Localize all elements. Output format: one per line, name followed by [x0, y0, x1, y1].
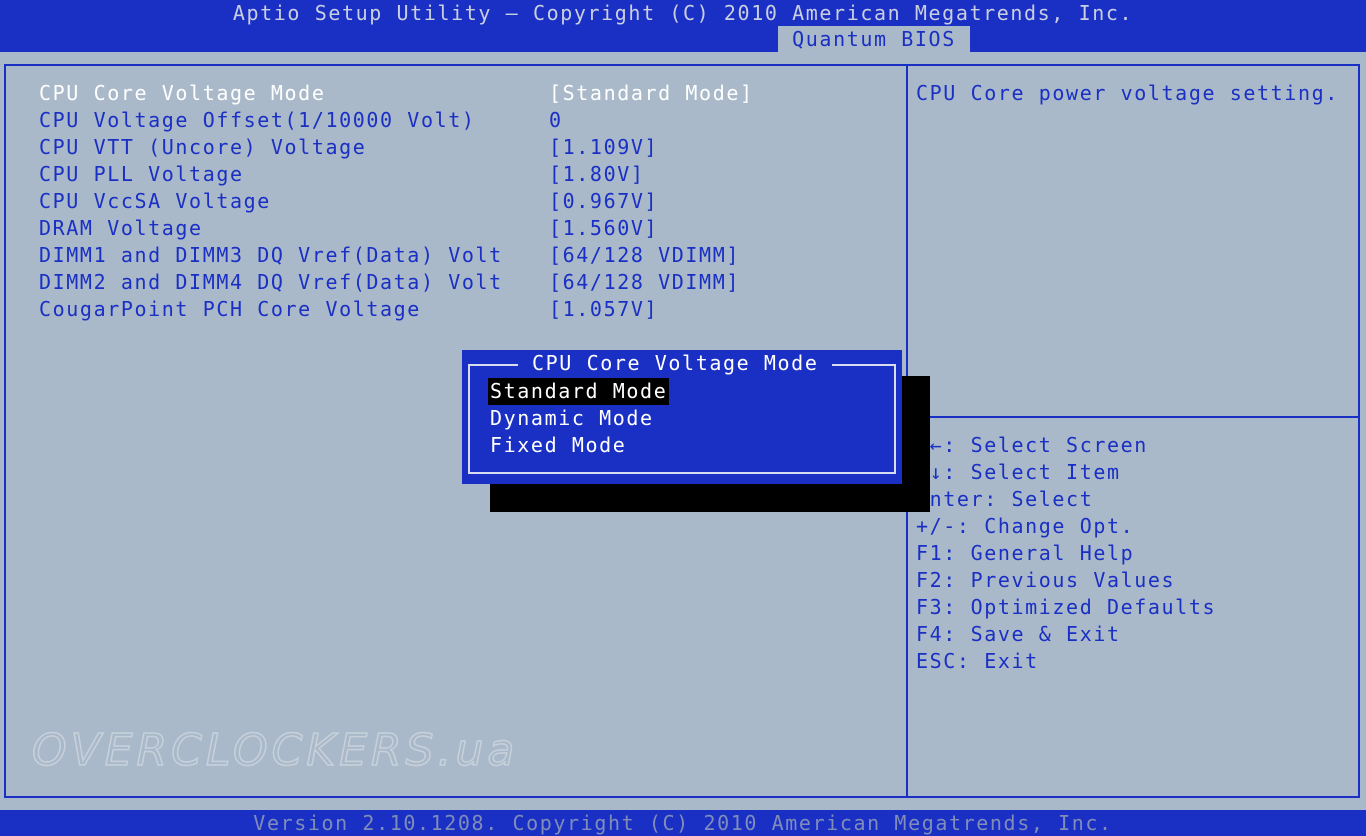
key-hint-f4: F4: Save & Exit	[916, 622, 1121, 646]
setting-label: DIMM1 and DIMM3 DQ Vref(Data) Volt	[39, 243, 503, 267]
popup-title: CPU Core Voltage Mode	[518, 350, 833, 377]
setting-value[interactable]: [1.560V]	[549, 215, 658, 242]
setting-label: CPU Core Voltage Mode	[39, 81, 326, 105]
key-hint-esc: ESC: Exit	[916, 649, 1039, 673]
watermark-logo: OVERCLOCKERS.ua	[31, 725, 519, 777]
key-hint-change-opt: +/-: Change Opt.	[916, 514, 1135, 538]
setting-value[interactable]: 0	[549, 107, 563, 134]
setting-label: CougarPoint PCH Core Voltage	[39, 297, 421, 321]
setting-value[interactable]: [1.057V]	[549, 296, 658, 323]
help-description: CPU Core power voltage setting.	[916, 81, 1339, 105]
header-bar: Aptio Setup Utility – Copyright (C) 2010…	[0, 0, 1366, 52]
setting-value[interactable]: [64/128 VDIMM]	[549, 242, 740, 269]
voltage-mode-popup: CPU Core Voltage Mode Standard Mode Dyna…	[462, 350, 902, 484]
utility-title: Aptio Setup Utility – Copyright (C) 2010…	[232, 1, 1134, 25]
tab-quantum-bios[interactable]: Quantum BIOS	[778, 26, 970, 52]
key-hint-f1: F1: General Help	[916, 541, 1135, 565]
setting-value[interactable]: [64/128 VDIMM]	[549, 269, 740, 296]
key-hint-select-screen: →←: Select Screen	[916, 433, 1148, 457]
setting-value[interactable]: [1.109V]	[549, 134, 658, 161]
setting-label: DIMM2 and DIMM4 DQ Vref(Data) Volt	[39, 270, 503, 294]
option-fixed-mode[interactable]: Fixed Mode	[490, 432, 626, 459]
option-standard-mode[interactable]: Standard Mode	[488, 378, 670, 405]
help-divider	[908, 416, 1360, 418]
footer-version: Version 2.10.1208. Copyright (C) 2010 Am…	[0, 810, 1366, 836]
setting-label: DRAM Voltage	[39, 216, 203, 240]
setting-label: CPU VTT (Uncore) Voltage	[39, 135, 367, 159]
setting-label: CPU VccSA Voltage	[39, 189, 271, 213]
setting-label: CPU PLL Voltage	[39, 162, 244, 186]
setting-value[interactable]: [Standard Mode]	[549, 80, 754, 107]
setting-value[interactable]: [0.967V]	[549, 188, 658, 215]
setting-label: CPU Voltage Offset(1/10000 Volt)	[39, 108, 476, 132]
key-hint-f3: F3: Optimized Defaults	[916, 595, 1217, 619]
key-hint-enter: Enter: Select	[916, 487, 1094, 511]
key-hint-select-item: ↑↓: Select Item	[916, 460, 1121, 484]
key-hint-f2: F2: Previous Values	[916, 568, 1176, 592]
setting-value[interactable]: [1.80V]	[549, 161, 645, 188]
option-dynamic-mode[interactable]: Dynamic Mode	[490, 405, 654, 432]
